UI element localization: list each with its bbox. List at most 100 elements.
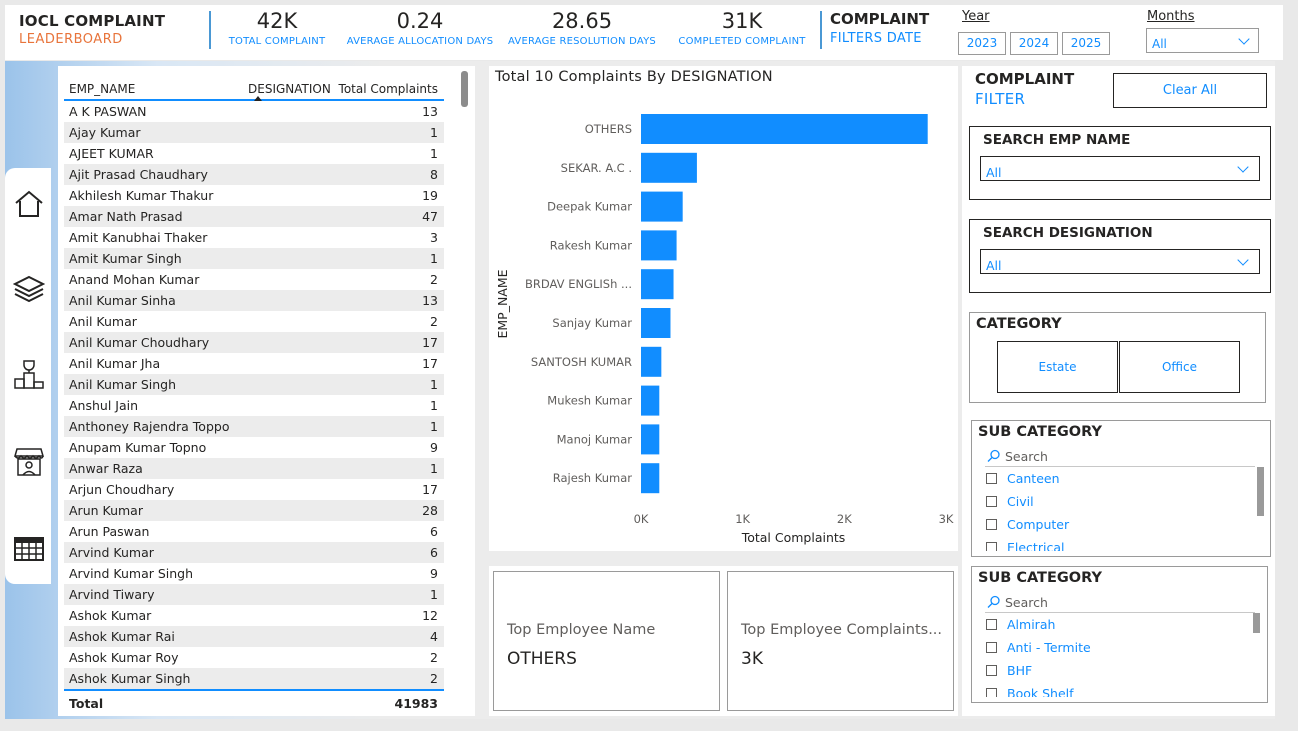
search-designation-dropdown[interactable]: All: [980, 249, 1260, 274]
emp-name-cell: AJEET KUMAR: [69, 146, 154, 161]
table-row[interactable]: Anthoney Rajendra Toppo 1: [64, 416, 444, 437]
table-row[interactable]: Ashok Kumar Roy 2: [64, 647, 444, 668]
sub-category-title-1: SUB CATEGORY: [978, 424, 1102, 440]
bar[interactable]: [641, 114, 928, 144]
emp-name-cell: Ajit Prasad Chaudhary: [69, 167, 208, 182]
table-row[interactable]: Anil Kumar Singh 1: [64, 374, 444, 395]
table-row[interactable]: Anupam Kumar Topno 9: [64, 437, 444, 458]
search-icon: [987, 449, 1000, 462]
column-header-emp-name[interactable]: EMP_NAME: [69, 82, 135, 96]
table-row[interactable]: Arun Kumar 28: [64, 500, 444, 521]
x-tick-label: 1K: [735, 512, 750, 526]
year-button-2023[interactable]: 2023: [958, 32, 1006, 55]
table-row[interactable]: Ashok Kumar 12: [64, 605, 444, 626]
checkbox-item[interactable]: Electrical: [986, 540, 1064, 551]
kpi-label: COMPLETED COMPLAINT: [678, 36, 806, 47]
total-complaints-cell: 2: [430, 671, 438, 686]
table-row[interactable]: Anil Kumar Choudhary 17: [64, 332, 444, 353]
table-row[interactable]: Ashok Kumar Rai 4: [64, 626, 444, 647]
filters-date-title: COMPLAINT FILTERS DATE: [830, 10, 929, 46]
sub-category-search-2[interactable]: Search: [987, 595, 1048, 610]
table-row[interactable]: Akhilesh Kumar Thakur 19: [64, 185, 444, 206]
item-label: BHF: [1007, 663, 1033, 678]
table-row[interactable]: Arjun Choudhary 17: [64, 479, 444, 500]
bar[interactable]: [641, 152, 697, 183]
home-icon[interactable]: [13, 188, 45, 220]
sub-category-scrollbar-1[interactable]: [1257, 467, 1264, 516]
checkbox-item[interactable]: BHF: [986, 663, 1032, 678]
checkbox-item[interactable]: Anti - Termite: [986, 640, 1091, 655]
search-emp-dropdown[interactable]: All: [980, 156, 1260, 181]
category-button-estate[interactable]: Estate: [997, 341, 1118, 393]
column-header-designation[interactable]: DESIGNATION: [248, 82, 331, 96]
table-row[interactable]: Arvind Tiwary 1: [64, 584, 444, 605]
sub-category-title-2: SUB CATEGORY: [978, 570, 1102, 586]
top-employee-name-card: Top Employee Name OTHERS: [493, 571, 720, 711]
table-row[interactable]: AJEET KUMAR 1: [64, 143, 444, 164]
table-scrollbar[interactable]: [461, 71, 468, 107]
bar[interactable]: [641, 191, 683, 222]
bar[interactable]: [641, 308, 671, 338]
months-dropdown[interactable]: All: [1146, 28, 1259, 53]
emp-name-cell: Arun Kumar: [69, 503, 143, 518]
bar[interactable]: [641, 463, 660, 494]
table-row[interactable]: Ajit Prasad Chaudhary 8: [64, 164, 444, 185]
table-row[interactable]: Ajay Kumar 1: [64, 122, 444, 143]
card-value: 3K: [741, 649, 763, 669]
checkbox-item[interactable]: Almirah: [986, 617, 1055, 632]
podium-icon[interactable]: [13, 358, 45, 390]
table-row[interactable]: Amit Kumar Singh 1: [64, 248, 444, 269]
sub-category-list-2: Almirah Anti - Termite BHF Book Shelf: [980, 613, 1255, 697]
column-header-total-complaints[interactable]: Total Complaints: [339, 82, 438, 96]
table-row[interactable]: Arvind Kumar 6: [64, 542, 444, 563]
bar[interactable]: [641, 424, 660, 455]
store-icon[interactable]: [13, 445, 45, 477]
checkbox-item[interactable]: Civil: [986, 494, 1034, 509]
table-row[interactable]: Anil Kumar Sinha 13: [64, 290, 444, 311]
category-button-office[interactable]: Office: [1119, 341, 1240, 393]
total-complaints-cell: 47: [422, 209, 438, 224]
filter-title-line2: FILTER: [975, 90, 1026, 108]
table-row[interactable]: Arun Paswan 6: [64, 521, 444, 542]
bar[interactable]: [641, 230, 677, 261]
table-row[interactable]: Anshul Jain 1: [64, 395, 444, 416]
item-label: Civil: [1007, 494, 1034, 509]
chevron-down-icon: [1237, 254, 1249, 266]
bar[interactable]: [641, 269, 674, 300]
table-row[interactable]: Anwar Raza 1: [64, 458, 444, 479]
sub-category-search-1[interactable]: Search: [987, 449, 1048, 464]
bar[interactable]: [641, 385, 660, 416]
table-row[interactable]: A K PASWAN 13: [64, 101, 444, 122]
total-label: Total: [69, 696, 104, 711]
year-button-2025[interactable]: 2025: [1062, 32, 1110, 55]
year-button-2024[interactable]: 2024: [1010, 32, 1058, 55]
table-row[interactable]: Arvind Kumar Singh 9: [64, 563, 444, 584]
emp-name-cell: Ashok Kumar Rai: [69, 629, 175, 644]
table-row[interactable]: Amar Nath Prasad 47: [64, 206, 444, 227]
bar[interactable]: [641, 346, 662, 377]
sub-category-scrollbar-2[interactable]: [1253, 613, 1260, 633]
checkbox-item[interactable]: Book Shelf: [986, 686, 1074, 697]
table-row[interactable]: Anil Kumar Jha 17: [64, 353, 444, 374]
search-icon: [987, 595, 1000, 608]
total-complaints-cell: 13: [422, 293, 438, 308]
total-complaints-cell: 6: [430, 545, 438, 560]
card-value: OTHERS: [507, 649, 577, 669]
clear-all-button[interactable]: Clear All: [1113, 73, 1267, 108]
table-row[interactable]: Anil Kumar 2: [64, 311, 444, 332]
item-label: Computer: [1007, 517, 1070, 532]
layers-icon[interactable]: [13, 273, 45, 305]
item-label: Almirah: [1007, 617, 1056, 632]
checkbox-item[interactable]: Computer: [986, 517, 1069, 532]
category-label: SANTOSH KUMAR: [531, 355, 632, 369]
table-row[interactable]: Ashok Kumar Singh 2: [64, 668, 444, 689]
emp-name-cell: Ajay Kumar: [69, 125, 141, 140]
table-row[interactable]: Amit Kanubhai Thaker 3: [64, 227, 444, 248]
title-line1: IOCL COMPLAINT: [19, 12, 166, 30]
emp-name-cell: Ashok Kumar: [69, 608, 152, 623]
total-complaints-cell: 1: [430, 587, 438, 602]
checkbox-item[interactable]: Canteen: [986, 471, 1060, 486]
table-icon[interactable]: [13, 533, 45, 565]
search-emp-value: All: [986, 165, 1002, 180]
table-row[interactable]: Anand Mohan Kumar 2: [64, 269, 444, 290]
